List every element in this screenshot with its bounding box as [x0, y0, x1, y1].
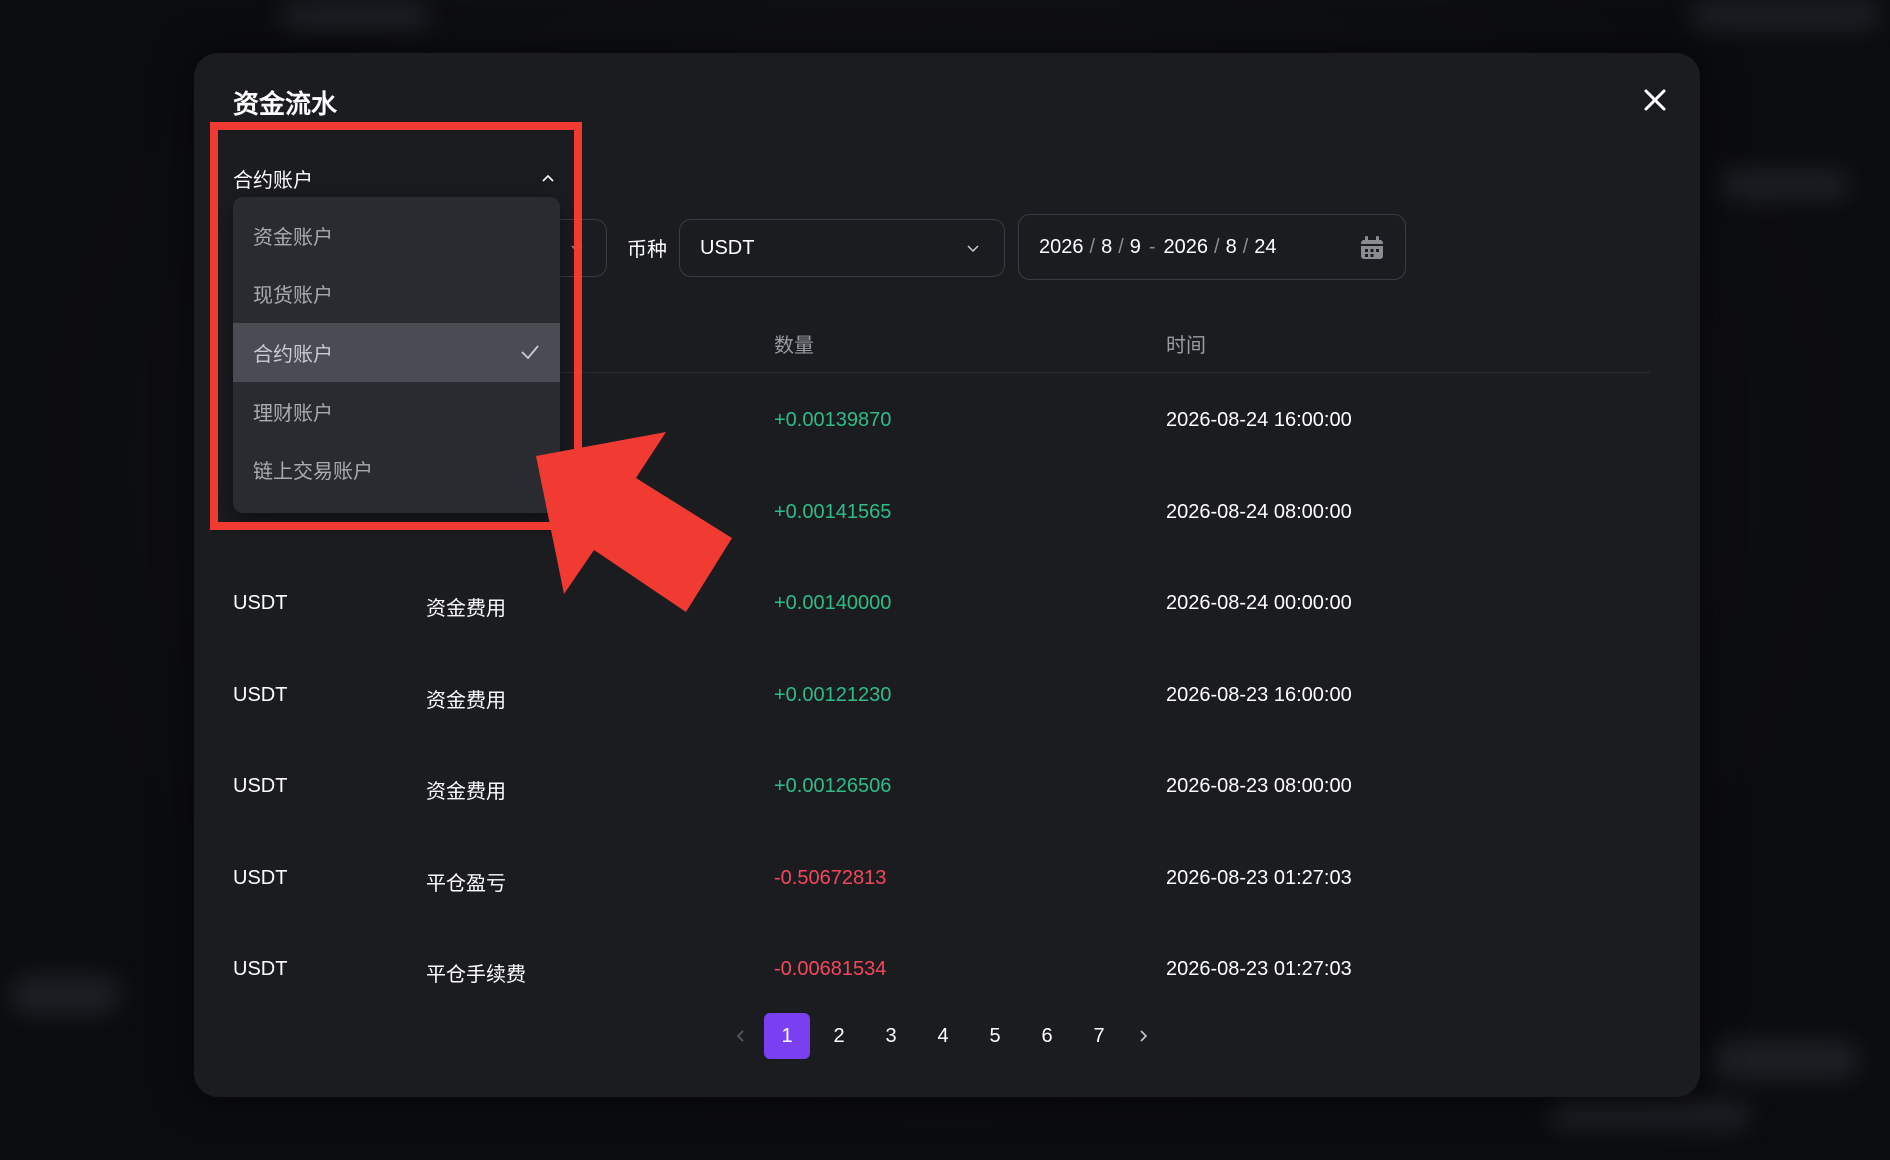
- cell-amount: +0.00121230: [774, 683, 892, 706]
- blurred-bg-element: [280, 2, 430, 30]
- date-slash: /: [1214, 235, 1220, 258]
- cell-amount: -0.50672813: [774, 866, 887, 889]
- close-icon[interactable]: [1640, 85, 1670, 115]
- cell-time: 2026-08-23 01:27:03: [1166, 958, 1352, 980]
- modal-title: 资金流水: [233, 89, 338, 119]
- cell-time: 2026-08-24 16:00:00: [1166, 409, 1352, 431]
- page-button-6[interactable]: 6: [1024, 1013, 1070, 1059]
- chevron-left-icon: [736, 1030, 744, 1042]
- blurred-bg-element: [1550, 1100, 1750, 1130]
- cell-time: 2026-08-23 01:27:03: [1166, 866, 1352, 889]
- dropdown-option-label: 现货账户: [253, 285, 333, 308]
- chevron-right-icon: [1140, 1030, 1148, 1042]
- account-select-value: 合约账户: [233, 169, 313, 192]
- page-button-3[interactable]: 3: [868, 1013, 914, 1059]
- cell-amount: -0.00681534: [774, 958, 887, 980]
- calendar-icon[interactable]: [1359, 235, 1385, 261]
- cell-time: 2026-08-24 00:00:00: [1166, 592, 1352, 614]
- blurred-bg-element: [1720, 170, 1850, 200]
- dropdown-option-label: 合约账户: [253, 343, 333, 366]
- date-end-month: 8: [1225, 235, 1237, 258]
- dropdown-option-label: 链上交易账户: [253, 461, 373, 484]
- coin-select[interactable]: USDT: [679, 219, 1005, 277]
- date-end-year: 2026: [1163, 235, 1209, 258]
- cell-amount: +0.00139870: [774, 409, 892, 431]
- coin-label: 币种: [627, 239, 667, 261]
- cell-coin: USDT: [233, 775, 288, 797]
- table-row: USDT 平仓盈亏 -0.50672813 2026-08-23 01:27:03: [233, 831, 1650, 923]
- cell-amount: +0.00141565: [774, 500, 892, 523]
- table-row: USDT 资金费用 +0.00121230 2026-08-23 16:00:00: [233, 648, 1650, 740]
- date-slash: /: [1242, 235, 1249, 258]
- page-button-4[interactable]: 4: [920, 1013, 966, 1059]
- date-range-separator: -: [1148, 235, 1156, 258]
- dropdown-option[interactable]: 资金账户: [233, 206, 560, 265]
- cell-type: 平仓盈亏: [426, 872, 506, 895]
- dropdown-option[interactable]: 现货账户: [233, 265, 560, 324]
- cell-time: 2026-08-24 08:00:00: [1166, 500, 1352, 523]
- date-slash: /: [1089, 235, 1096, 258]
- cell-coin: USDT: [233, 683, 288, 706]
- cell-type: 资金费用: [426, 598, 506, 620]
- cell-amount: +0.00126506: [774, 775, 892, 797]
- date-range-picker[interactable]: 2026 / 8 / 9 - 2026 / 8 / 24: [1018, 214, 1406, 280]
- page-button-1[interactable]: 1: [764, 1013, 810, 1059]
- cell-time: 2026-08-23 16:00:00: [1166, 683, 1352, 706]
- header-amount: 数量: [774, 335, 814, 357]
- chevron-down-icon: [571, 245, 583, 253]
- dropdown-option-label: 资金账户: [253, 226, 333, 249]
- cell-amount: +0.00140000: [774, 592, 892, 614]
- account-select-trigger[interactable]: 合约账户: [233, 158, 556, 198]
- blurred-bg-element: [1710, 1040, 1860, 1080]
- cell-type: 资金费用: [426, 689, 506, 712]
- blurred-bg-element: [10, 975, 120, 1015]
- date-start-day: 9: [1129, 235, 1141, 258]
- page-button-2[interactable]: 2: [816, 1013, 862, 1059]
- cell-time: 2026-08-23 08:00:00: [1166, 775, 1352, 797]
- table-row: USDT 资金费用 +0.00140000 2026-08-24 00:00:00: [233, 556, 1650, 648]
- page-button-5[interactable]: 5: [972, 1013, 1018, 1059]
- next-page-button[interactable]: [1128, 1013, 1158, 1059]
- dropdown-option[interactable]: 链上交易账户: [233, 440, 560, 499]
- page-list: 1234567: [764, 1013, 1128, 1059]
- header-time: 时间: [1166, 335, 1206, 357]
- dropdown-option[interactable]: 合约账户: [233, 323, 560, 382]
- pagination: 1234567: [726, 1013, 1158, 1059]
- table-row: USDT 平仓手续费 -0.00681534 2026-08-23 01:27:03: [233, 922, 1650, 1014]
- blurred-bg-element: [1690, 0, 1880, 30]
- prev-page-button[interactable]: [726, 1013, 756, 1059]
- account-dropdown-menu: 资金账户现货账户合约账户理财账户链上交易账户: [233, 197, 560, 513]
- cell-coin: USDT: [233, 958, 288, 980]
- date-slash: /: [1118, 235, 1124, 258]
- table-row: USDT 资金费用 +0.00126506 2026-08-23 08:00:00: [233, 739, 1650, 831]
- date-start-year: 2026: [1039, 235, 1084, 258]
- dropdown-option[interactable]: 理财账户: [233, 382, 560, 441]
- cell-type: 平仓手续费: [426, 964, 526, 986]
- coin-select-value: USDT: [700, 236, 755, 259]
- cell-coin: USDT: [233, 866, 288, 889]
- cell-type: 资金费用: [426, 781, 506, 803]
- cell-coin: USDT: [233, 592, 288, 614]
- date-end-day: 24: [1254, 235, 1277, 258]
- check-icon: [521, 345, 539, 360]
- chevron-down-icon: [967, 245, 979, 253]
- chevron-up-icon: [542, 174, 554, 182]
- dropdown-option-label: 理财账户: [253, 402, 333, 425]
- page-button-7[interactable]: 7: [1076, 1013, 1122, 1059]
- date-start-month: 8: [1101, 235, 1113, 258]
